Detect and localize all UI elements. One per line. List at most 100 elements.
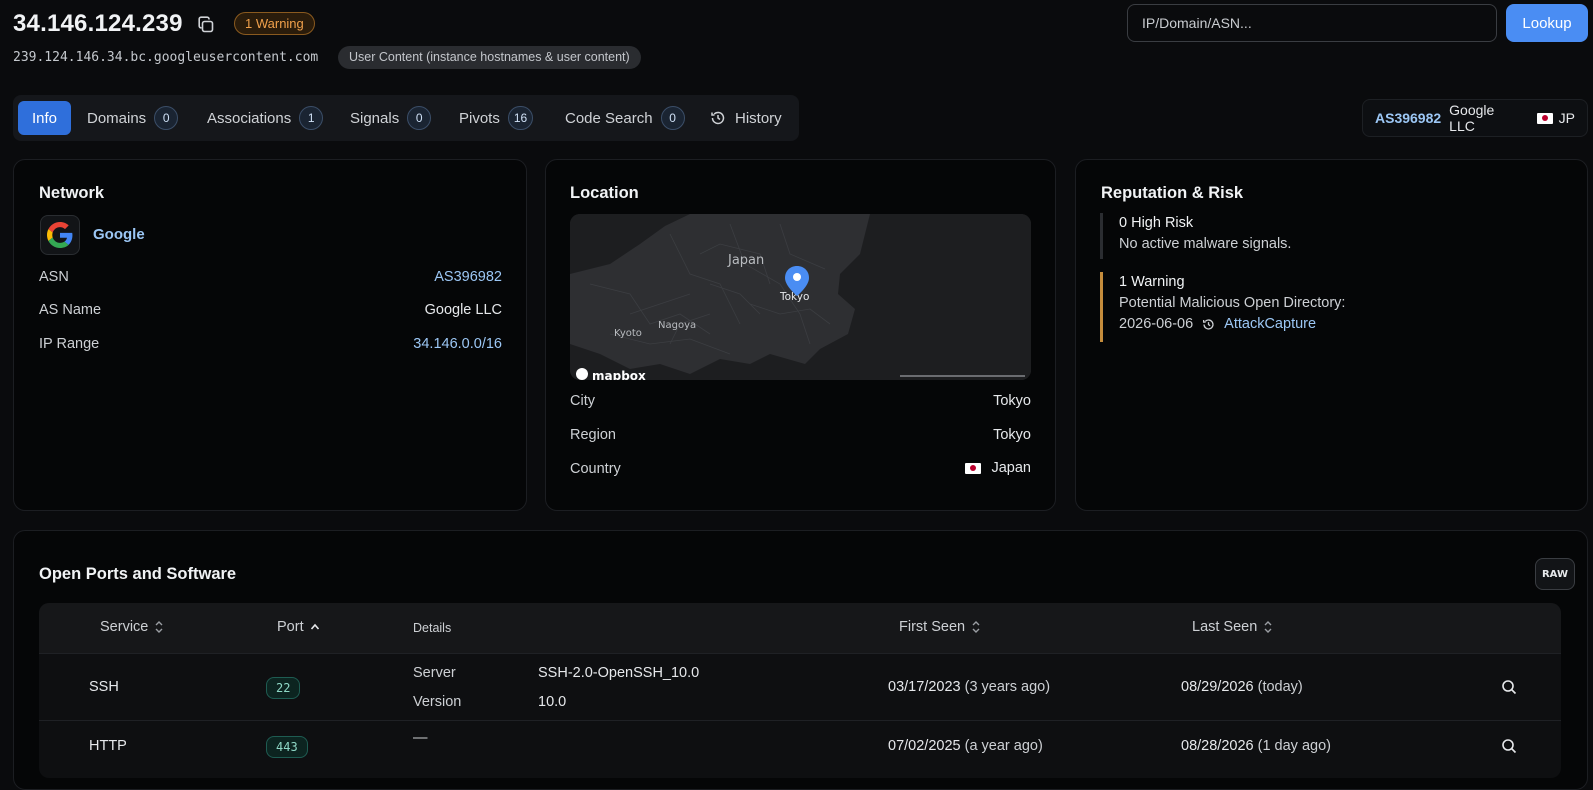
location-map[interactable]: Japan Nagoya Kyoto Tokyo mapbox [570,214,1031,380]
service-name: HTTP [89,738,127,754]
tab-bar: Info Domains 0 Associations 1 Signals 0 … [13,95,799,141]
city-label: City [570,393,595,409]
last-seen-cell: 08/29/2026 (today) [1181,679,1303,695]
history-icon [710,110,726,126]
tab-info[interactable]: Info [18,101,72,135]
japan-flag-icon [1537,112,1553,124]
ports-title: Open Ports and Software [39,565,237,583]
search-icon[interactable] [1501,738,1517,758]
copy-icon[interactable] [196,15,216,35]
map-label-nagoya: Nagoya [658,320,696,331]
svg-text:mapbox: mapbox [592,369,646,380]
reputation-title: Reputation & Risk [1101,184,1244,202]
reverse-hostname: 239.124.146.34.bc.googleusercontent.com [13,50,319,65]
first-seen-relative: (a year ago) [964,738,1043,754]
table-header: Service Port Details First Seen Last See… [39,603,1561,653]
last-seen-date: 08/29/2026 [1181,679,1254,695]
column-header-last-seen[interactable]: Last Seen [1192,619,1273,635]
port-badge[interactable]: 443 [266,736,308,758]
first-seen-cell: 03/17/2023 (3 years ago) [888,679,1050,695]
tab-count: 16 [507,106,534,130]
detail-key: Version [413,694,462,710]
reputation-card: Reputation & Risk 0 High Risk No active … [1075,159,1588,511]
table-row[interactable]: HTTP 443 — 07/02/2025 (a year ago) 08/28… [39,720,1561,778]
port-badge[interactable]: 22 [266,677,301,699]
tab-signals[interactable]: Signals 0 [350,101,432,135]
table-row[interactable]: SSH 22 Server SSH-2.0-OpenSSH_10.0 Versi… [39,653,1561,720]
warning-date: 2026-06-06 [1119,316,1194,332]
tab-label: Signals [350,109,400,127]
tab-pivots[interactable]: Pivots 16 [459,101,534,135]
ports-card: Open Ports and Software RAW Service Port… [13,530,1588,790]
asn-link[interactable]: AS396982 [1375,110,1441,126]
sort-icon [1264,621,1272,633]
column-header-first-seen[interactable]: First Seen [899,619,981,635]
location-title: Location [570,184,639,202]
country-name: Japan [991,460,1031,476]
first-seen-cell: 07/02/2025 (a year ago) [888,738,1043,754]
tab-count: 0 [407,106,432,130]
detail-key: Server [413,665,456,681]
warning-badge[interactable]: 1 Warning [234,12,315,35]
last-seen-date: 08/28/2026 [1181,738,1254,754]
tab-associations[interactable]: Associations 1 [207,101,324,135]
as-name-value: Google LLC [424,302,502,318]
search-icon[interactable] [1501,679,1517,699]
column-header-service[interactable]: Service [100,619,164,635]
org-link[interactable]: Google [93,226,145,243]
details-empty: — [413,730,428,746]
high-risk-description: No active malware signals. [1119,236,1292,252]
as-name: Google LLC [1449,102,1495,134]
tab-label: Info [32,109,58,127]
asn-label: ASN [39,269,69,285]
tab-domains[interactable]: Domains 0 [87,101,179,135]
asn-summary[interactable]: AS396982 Google LLC JP [1362,99,1588,137]
lookup-button[interactable]: Lookup [1506,4,1588,42]
network-card: Network Google ASN AS396982 AS Name Goog… [13,159,527,511]
ports-table: Service Port Details First Seen Last See… [39,603,1561,778]
sort-icon [155,621,163,633]
warning-description: Potential Malicious Open Directory: [1119,295,1346,311]
location-card: Location Japan Nagoya Kyoto Tokyo mapbox… [545,159,1056,511]
first-seen-relative: (3 years ago) [964,679,1051,695]
map-label-japan: Japan [727,253,764,268]
column-header-port[interactable]: Port [277,619,320,635]
tab-label: History [735,109,782,127]
warning-count: 1 Warning [1119,274,1185,290]
tab-count: 1 [299,106,324,130]
service-name: SSH [89,679,119,695]
ip-range-link[interactable]: 34.146.0.0/16 [413,336,502,352]
network-title: Network [39,184,105,202]
warning-item: 1 Warning Potential Malicious Open Direc… [1100,272,1345,342]
raw-button[interactable]: RAW [1535,558,1575,590]
asn-value-link[interactable]: AS396982 [434,269,502,285]
tab-label: Associations [207,109,292,127]
tab-count: 0 [660,106,685,130]
last-seen-relative: (today) [1257,679,1303,695]
hostname-type-badge: User Content (instance hostnames & user … [338,46,641,69]
tab-code-search[interactable]: Code Search 0 [565,101,685,135]
ip-range-label: IP Range [39,336,100,352]
country-value: Japan [965,460,1031,476]
tab-label: Pivots [459,109,500,127]
as-name-label: AS Name [39,302,102,318]
search-input[interactable] [1127,4,1497,42]
country-label: Country [570,461,621,477]
japan-flag-icon [965,462,982,474]
sort-icon [972,621,980,633]
attackcapture-link[interactable]: AttackCapture [1224,314,1316,335]
warning-source-row: 2026-06-06 AttackCapture [1119,314,1345,335]
city-value: Tokyo [993,393,1031,409]
tab-history[interactable]: History [710,101,782,135]
detail-value: 10.0 [538,694,567,710]
tab-count: 0 [154,106,179,130]
last-seen-cell: 08/28/2026 (1 day ago) [1181,738,1331,754]
google-logo-icon [40,215,80,255]
first-seen-date: 03/17/2023 [888,679,961,695]
high-risk-item: 0 High Risk No active malware signals. [1100,213,1291,259]
sort-ascending-icon [310,623,319,630]
ip-address-title: 34.146.124.239 [13,10,183,37]
history-icon [1202,318,1215,331]
last-seen-relative: (1 day ago) [1257,738,1331,754]
detail-value: SSH-2.0-OpenSSH_10.0 [538,665,700,681]
